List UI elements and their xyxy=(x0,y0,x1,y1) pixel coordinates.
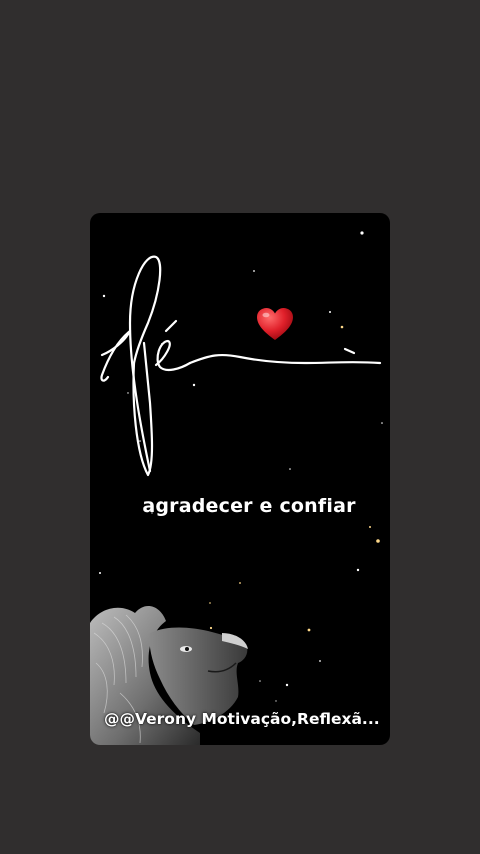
red-heart-icon xyxy=(257,308,293,340)
story-viewer-screen: fé xyxy=(0,0,480,854)
author-tag[interactable]: @@Verony Motivação,Reflexã... xyxy=(104,710,380,728)
story-video-card[interactable]: fé xyxy=(90,213,390,745)
story-caption: agradecer e confiar xyxy=(142,495,356,517)
